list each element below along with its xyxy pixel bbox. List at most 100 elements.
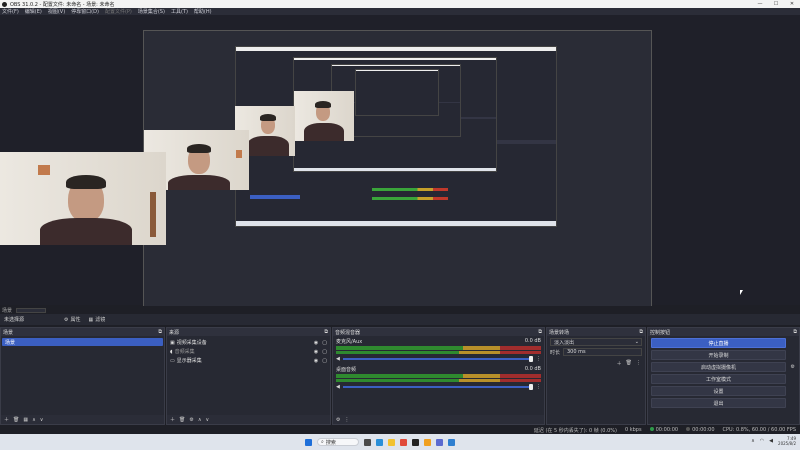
- volume-meter: [336, 346, 541, 350]
- volume-icon[interactable]: ◀: [769, 438, 773, 444]
- source-item[interactable]: ▣ 视频采集设备 ◉ ▢: [167, 338, 330, 347]
- rec-time: 00:00:00: [686, 427, 715, 433]
- source-item[interactable]: ▭ 显示器采集 ◉ ▢: [167, 356, 330, 365]
- more-icon[interactable]: ⋮: [536, 356, 541, 362]
- menu-edit[interactable]: 编辑(E): [25, 8, 42, 15]
- move-up-button[interactable]: ∧: [32, 417, 36, 423]
- visibility-eye-icon[interactable]: ◉: [314, 349, 318, 355]
- channel-name: 桌面音频: [336, 367, 357, 373]
- menu-view[interactable]: 视图(V): [48, 8, 65, 15]
- scene-list-item[interactable]: 场景: [2, 338, 163, 346]
- source-properties-button[interactable]: ⚙: [189, 417, 193, 423]
- scene-filter-button[interactable]: ▦: [23, 417, 28, 423]
- menu-tools[interactable]: 工具(T): [171, 8, 188, 15]
- volume-meter: [336, 374, 541, 378]
- start-icon[interactable]: [305, 438, 312, 446]
- add-source-button[interactable]: ＋: [170, 416, 175, 423]
- menu-docks[interactable]: 停靠窗口(D): [71, 8, 99, 15]
- preview-area[interactable]: [0, 15, 800, 318]
- taskbar-search[interactable]: ⌕ 搜索: [317, 438, 359, 446]
- obs-taskbar-icon[interactable]: [436, 438, 443, 446]
- remove-source-button[interactable]: 🗑: [179, 417, 185, 423]
- start-recording-button[interactable]: 开始录制: [651, 350, 786, 360]
- move-down-button[interactable]: ∨: [206, 417, 210, 423]
- clock[interactable]: 7:49 2025/8/2: [778, 436, 796, 446]
- mixer-channel: 麦克风/Aux 0.0 dB ◀ ⋮: [333, 336, 544, 364]
- minimize-button[interactable]: —: [752, 0, 768, 8]
- mouse-cursor: [740, 290, 743, 295]
- preview-canvas[interactable]: [143, 30, 652, 318]
- dock-float-icon[interactable]: ⧉: [324, 329, 328, 335]
- lock-icon[interactable]: ▢: [322, 349, 327, 355]
- move-up-button[interactable]: ∧: [198, 417, 202, 423]
- gear-icon: ⚙: [64, 316, 69, 323]
- search-icon: ⌕: [321, 439, 324, 445]
- studio-mode-button[interactable]: 工作室模式: [651, 374, 786, 384]
- lock-icon[interactable]: ▢: [322, 358, 327, 364]
- audio-mixer-dock: 音频混音器 ⧉ 麦克风/Aux 0.0 dB ◀ ⋮ 桌面音频 0.0 dB ◀ ⋮ ⚙ …: [332, 327, 545, 425]
- chevron-up-icon[interactable]: ∧: [751, 438, 755, 444]
- duration-input[interactable]: 300 ms: [563, 348, 642, 356]
- filters-button[interactable]: ▦ 滤镜: [89, 316, 106, 324]
- speaker-icon: ◖: [170, 348, 173, 355]
- scene-label: 场景: [2, 307, 13, 314]
- remove-transition-button[interactable]: 🗑: [626, 360, 632, 367]
- app-icon[interactable]: [424, 438, 431, 446]
- gear-icon[interactable]: ⚙: [791, 364, 795, 370]
- wifi-icon[interactable]: ◠: [760, 438, 764, 444]
- exit-button[interactable]: 退出: [651, 398, 786, 408]
- scene-dropdown[interactable]: [16, 307, 47, 313]
- menu-bar: 文件(F) 编辑(E) 视图(V) 停靠窗口(D) 配置文件(P) 场景集合(S…: [0, 8, 800, 15]
- add-transition-button[interactable]: ＋: [617, 360, 622, 367]
- controls-dock: 控制按钮 ⧉ 停止直播 开始录制 启动虚拟摄像机 ⚙ 工作室模式 设置 退出: [647, 327, 800, 425]
- speaker-icon[interactable]: ◀: [336, 384, 340, 390]
- transition-select[interactable]: 淡入淡出 ⌄: [550, 338, 642, 346]
- source-item[interactable]: ◖ 音频采集 ◉ ▢: [167, 347, 330, 356]
- app-icon[interactable]: [400, 438, 407, 446]
- scenes-dock-title: 场景: [3, 329, 14, 336]
- move-down-button[interactable]: ∨: [40, 417, 44, 423]
- task-view-icon[interactable]: [364, 438, 371, 446]
- remove-scene-button[interactable]: 🗑: [13, 417, 19, 423]
- dock-float-icon[interactable]: ⧉: [793, 329, 797, 335]
- window-controls: — ☐ ✕: [752, 0, 800, 8]
- maximize-button[interactable]: ☐: [768, 0, 784, 8]
- bitrate: 0 kbps: [624, 427, 642, 433]
- chevron-down-icon: ⌄: [634, 339, 639, 345]
- menu-file[interactable]: 文件(F): [2, 8, 19, 15]
- transition-menu-button[interactable]: ⋮: [636, 360, 641, 367]
- close-button[interactable]: ✕: [784, 0, 800, 8]
- visibility-eye-icon[interactable]: ◉: [314, 358, 318, 364]
- volume-slider[interactable]: [342, 356, 533, 362]
- edge-icon[interactable]: [376, 438, 383, 446]
- more-icon[interactable]: ⋮: [536, 384, 541, 390]
- menu-help[interactable]: 帮助(H): [194, 8, 212, 15]
- mixer-settings-button[interactable]: ⚙: [336, 417, 340, 423]
- properties-button[interactable]: ⚙ 属性: [64, 316, 81, 324]
- speaker-icon[interactable]: ◀: [336, 356, 340, 362]
- dock-float-icon[interactable]: ⧉: [538, 329, 542, 335]
- lock-icon[interactable]: ▢: [322, 340, 327, 346]
- menu-profile[interactable]: 配置文件(P): [105, 8, 132, 15]
- dropped-frames: 延迟 (在 5 秒内丢失了): 0 帧 (0.0%): [533, 427, 617, 434]
- dock-float-icon[interactable]: ⧉: [639, 329, 643, 335]
- folder-icon[interactable]: [388, 438, 395, 446]
- app-icon[interactable]: [412, 438, 419, 446]
- settings-button[interactable]: 设置: [651, 386, 786, 396]
- live-time: 00:00:00: [649, 427, 678, 433]
- controls-dock-title: 控制按钮: [650, 329, 671, 336]
- monitor-icon: ▭: [170, 357, 175, 364]
- volume-meter: [336, 379, 541, 382]
- visibility-eye-icon[interactable]: ◉: [314, 340, 318, 346]
- volume-slider[interactable]: [342, 384, 533, 390]
- menu-scene-collection[interactable]: 场景集合(S): [138, 8, 165, 15]
- start-virtual-camera-button[interactable]: 启动虚拟摄像机 ⚙: [651, 362, 795, 372]
- mixer-menu-button[interactable]: ⋮: [344, 417, 349, 423]
- app-icon[interactable]: [448, 438, 455, 446]
- stop-streaming-button[interactable]: 停止直播: [651, 338, 786, 348]
- windows-taskbar: ⌕ 搜索 ∧ ◠ ◀ 7:49 2025/8/2: [0, 434, 800, 450]
- dock-float-icon[interactable]: ⧉: [158, 329, 162, 335]
- add-scene-button[interactable]: ＋: [4, 416, 9, 423]
- channel-db: 0.0 dB: [524, 338, 541, 344]
- nested-preview-4: [355, 69, 439, 116]
